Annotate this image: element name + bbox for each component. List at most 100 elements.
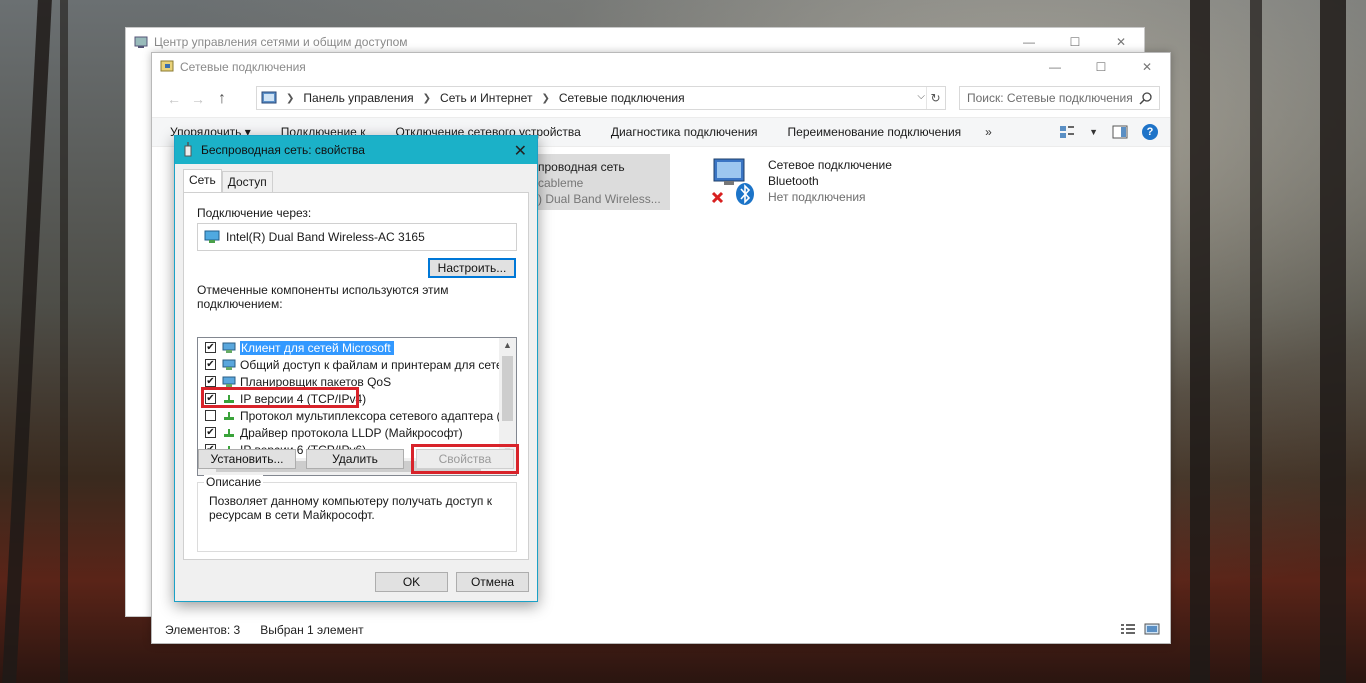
component-label: Клиент для сетей Microsoft — [240, 340, 394, 355]
minimize-button[interactable]: — — [1032, 53, 1078, 80]
address-row: ← → ↑ ❯ Панель управления ❯ Сеть и Интер… — [152, 81, 1170, 117]
scroll-up-icon[interactable]: ▲ — [503, 340, 512, 350]
more-commands-button[interactable]: » — [985, 125, 992, 139]
list-item[interactable]: Протокол мультиплексора сетевого адаптер… — [198, 407, 516, 424]
ok-button[interactable]: OK — [375, 572, 448, 592]
tree-trunk — [60, 0, 68, 683]
minimize-button[interactable]: — — [1006, 28, 1052, 55]
search-placeholder: Поиск: Сетевые подключения — [967, 91, 1133, 105]
network-center-icon — [134, 36, 148, 48]
tree-trunk — [1320, 0, 1346, 683]
close-icon[interactable]: ✕ — [514, 141, 527, 161]
connection-device: ) Dual Band Wireless... — [538, 192, 661, 206]
large-icons-view-icon[interactable] — [1144, 623, 1160, 635]
maximize-button[interactable]: ☐ — [1078, 53, 1124, 80]
maximize-button[interactable]: ☐ — [1052, 28, 1098, 55]
close-button[interactable]: ✕ — [1098, 28, 1144, 55]
bluetooth-network-icon — [711, 158, 754, 205]
status-bar: Элементов: 3 Выбран 1 элемент — [152, 617, 1170, 643]
preview-pane-icon[interactable] — [1112, 125, 1128, 139]
list-item[interactable]: ✔ Общий доступ к файлам и принтерам для … — [198, 356, 516, 373]
connection-status: Нет подключения — [768, 190, 866, 204]
checkbox[interactable]: ✔ — [205, 342, 216, 353]
wifi-adapter-icon — [184, 142, 192, 157]
close-button[interactable]: ✕ — [1124, 53, 1170, 80]
tree-trunk — [2, 0, 52, 683]
wireless-properties-dialog[interactable]: Беспроводная сеть: свойства ✕ Сеть Досту… — [174, 135, 538, 602]
component-label: Общий доступ к файлам и принтерам для се… — [240, 357, 517, 372]
bluetooth-connection-item[interactable]: Сетевое подключение Bluetooth Нет подклю… — [710, 157, 892, 207]
window-title: Сетевые подключения — [180, 60, 306, 74]
selection-count: Выбран 1 элемент — [260, 623, 364, 637]
vertical-scrollbar[interactable]: ▲ ▼ — [499, 338, 516, 460]
tree-trunk — [1250, 0, 1262, 683]
forward-arrow-icon[interactable]: → — [186, 91, 210, 107]
network-connections-titlebar[interactable]: Сетевые подключения — ☐ ✕ — [152, 53, 1170, 81]
tab-sharing[interactable]: Доступ — [221, 171, 273, 192]
network-client-icon — [222, 342, 236, 353]
tab-network[interactable]: Сеть — [183, 169, 222, 192]
help-icon[interactable]: ? — [1142, 124, 1158, 140]
refresh-icon[interactable]: ↻ — [926, 87, 944, 109]
chevron-down-icon[interactable]: ⌵ — [917, 91, 925, 102]
details-view-icon[interactable] — [1120, 623, 1136, 635]
search-icon[interactable] — [1139, 91, 1153, 105]
component-label: Драйвер протокола LLDP (Майкрософт) — [240, 425, 463, 440]
window-title: Центр управления сетями и общим доступом — [154, 34, 408, 49]
components-label: Отмеченные компоненты используются этим … — [197, 283, 449, 311]
wireless-connection-item[interactable]: проводная сеть cableme ) Dual Band Wirel… — [532, 154, 670, 210]
chevron-right-icon[interactable]: ❯ — [286, 93, 294, 104]
breadcrumb-network-internet[interactable]: Сеть и Интернет — [440, 91, 532, 105]
network-center-titlebar[interactable]: Центр управления сетями и общим доступом… — [126, 28, 1144, 55]
network-connections-icon — [160, 60, 174, 72]
connection-name-line2: Bluetooth — [768, 174, 819, 188]
remove-button[interactable]: Удалить — [306, 449, 404, 469]
component-label: Протокол мультиплексора сетевого адаптер… — [240, 408, 517, 423]
connect-via-label: Подключение через: — [197, 206, 312, 220]
network-tab-panel: Подключение через: Intel(R) Dual Band Wi… — [183, 192, 529, 560]
network-service-icon — [222, 359, 236, 370]
diagnose-button[interactable]: Диагностика подключения — [611, 125, 758, 139]
chevron-right-icon[interactable]: ❯ — [423, 93, 431, 104]
protocol-icon — [224, 428, 234, 437]
connection-status: cableme — [538, 176, 584, 190]
up-arrow-icon[interactable]: ↑ — [210, 90, 234, 108]
tree-trunk — [1190, 0, 1210, 683]
network-service-icon — [222, 376, 236, 387]
connection-name: проводная сеть — [538, 160, 625, 174]
back-arrow-icon[interactable]: ← — [162, 91, 186, 107]
scroll-thumb[interactable] — [502, 356, 513, 421]
view-dropdown-icon[interactable]: ▼ — [1089, 127, 1098, 137]
adapter-name: Intel(R) Dual Band Wireless-AC 3165 — [226, 230, 425, 244]
control-panel-icon — [261, 91, 277, 104]
network-adapter-icon — [204, 230, 220, 243]
address-bar[interactable]: ❯ Панель управления ❯ Сеть и Интернет ❯ … — [256, 86, 946, 110]
list-item[interactable]: ✔ Клиент для сетей Microsoft — [198, 339, 500, 356]
item-count: Элементов: 3 — [165, 623, 241, 637]
description-text: Позволяет данному компьютеру получать до… — [209, 494, 492, 522]
adapter-field: Intel(R) Dual Band Wireless-AC 3165 — [197, 223, 517, 251]
view-options-icon[interactable] — [1059, 125, 1075, 139]
checkbox[interactable]: ✔ — [205, 427, 216, 438]
chevron-right-icon[interactable]: ❯ — [541, 93, 549, 104]
breadcrumb-network-connections[interactable]: Сетевые подключения — [559, 91, 685, 105]
search-input[interactable]: Поиск: Сетевые подключения — [959, 86, 1160, 110]
configure-button[interactable]: Настроить... — [428, 258, 516, 278]
protocol-icon — [224, 411, 234, 420]
dialog-titlebar[interactable]: Беспроводная сеть: свойства ✕ — [175, 136, 537, 164]
description-legend: Описание — [204, 475, 264, 489]
checkbox[interactable] — [205, 410, 216, 421]
ipv4-highlight — [201, 387, 359, 408]
cancel-button[interactable]: Отмена — [456, 572, 529, 592]
connection-name: Сетевое подключение — [768, 158, 892, 172]
list-item[interactable]: ✔ Драйвер протокола LLDP (Майкрософт) — [198, 424, 500, 441]
rename-button[interactable]: Переименование подключения — [788, 125, 962, 139]
tab-strip: Сеть Доступ — [183, 169, 273, 192]
properties-highlight — [411, 444, 519, 474]
checkbox[interactable]: ✔ — [205, 376, 216, 387]
install-button[interactable]: Установить... — [198, 449, 296, 469]
description-group: Описание Позволяет данному компьютеру по… — [197, 475, 517, 552]
dialog-title: Беспроводная сеть: свойства — [201, 143, 365, 157]
breadcrumb-control-panel[interactable]: Панель управления — [303, 91, 413, 105]
checkbox[interactable]: ✔ — [205, 359, 216, 370]
